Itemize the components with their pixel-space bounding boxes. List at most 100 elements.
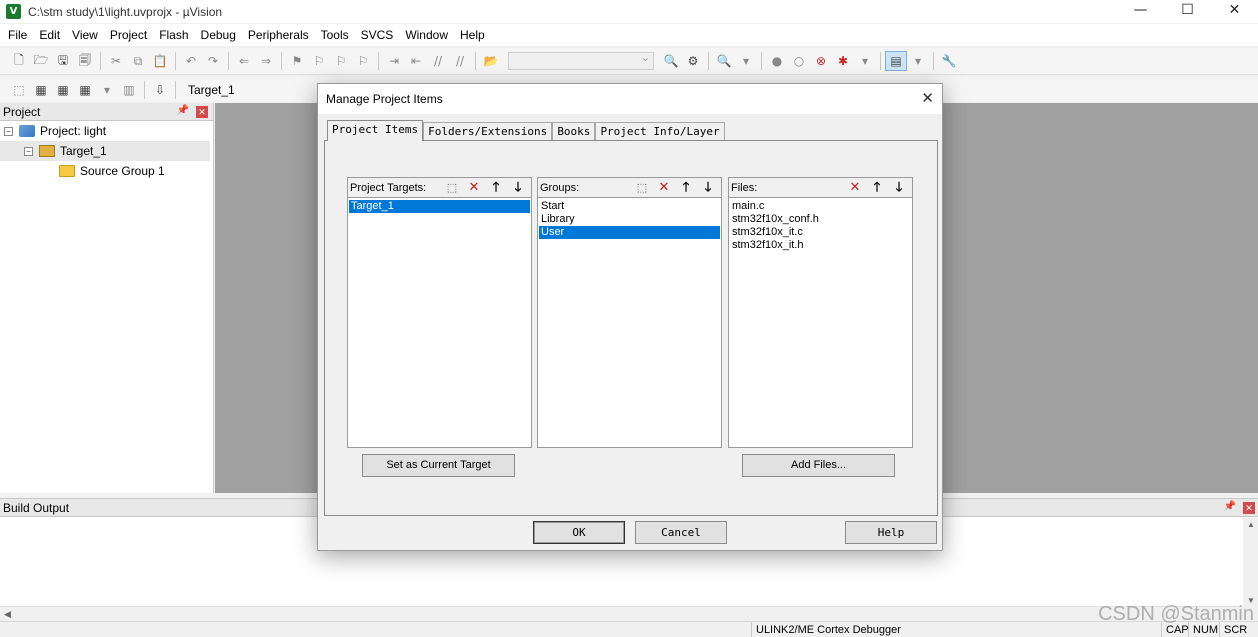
breakpoint-icon[interactable]: ● [766, 51, 788, 71]
menu-peripherals[interactable]: Peripherals [242, 24, 315, 46]
help-button[interactable]: Help [845, 521, 937, 544]
list-item[interactable]: Start [539, 200, 720, 213]
tree-item-target[interactable]: − Target_1 [0, 141, 210, 161]
ok-button[interactable]: OK [533, 521, 625, 544]
window-layout-dropdown-icon[interactable]: ▾ [907, 51, 929, 71]
menu-edit[interactable]: Edit [33, 24, 66, 46]
indent-icon[interactable]: ⇥ [383, 51, 405, 71]
move-up-icon[interactable]: 🡑 [485, 179, 507, 196]
save-icon[interactable]: 🖫 [52, 51, 74, 71]
scroll-up-icon[interactable]: ▲ [1247, 520, 1255, 529]
batch-build-icon[interactable]: ▦ [74, 80, 96, 100]
redo-icon[interactable]: ↷ [202, 51, 224, 71]
open-file-icon[interactable]: 🗁 [30, 51, 52, 71]
build-icon[interactable]: ▦ [30, 80, 52, 100]
move-up-icon[interactable]: 🡑 [866, 179, 888, 196]
cut-icon[interactable]: ✂ [105, 51, 127, 71]
list-item[interactable]: stm32f10x_it.h [730, 239, 911, 252]
list-item[interactable]: stm32f10x_conf.h [730, 213, 911, 226]
delete-group-icon[interactable]: ✕ [653, 179, 675, 196]
new-file-icon[interactable]: 🗋 [8, 51, 30, 71]
kill-breakpoints-icon[interactable]: ✱ [832, 51, 854, 71]
tab-folders-extensions[interactable]: Folders/Extensions [423, 122, 553, 141]
batch-dropdown-icon[interactable]: ▾ [96, 80, 118, 100]
menu-project[interactable]: Project [104, 24, 153, 46]
close-panel-icon[interactable]: ✕ [196, 106, 208, 118]
menu-tools[interactable]: Tools [315, 24, 355, 46]
collapse-icon[interactable]: − [24, 146, 33, 156]
tab-project-info-layer[interactable]: Project Info/Layer [595, 122, 725, 141]
pin-icon[interactable]: 📌 [177, 105, 189, 116]
rebuild-icon[interactable]: ▦ [52, 80, 74, 100]
undo-icon[interactable]: ↶ [180, 51, 202, 71]
menu-svcs[interactable]: SVCS [355, 24, 400, 46]
tree-item-project[interactable]: − Project: light [0, 121, 213, 141]
find-in-files-icon[interactable]: 📂 [480, 51, 502, 71]
find-combo[interactable] [508, 51, 654, 70]
disable-breakpoint-icon[interactable]: ○ [788, 51, 810, 71]
translate-icon[interactable]: ⬚ [8, 80, 30, 100]
menu-view[interactable]: View [66, 24, 104, 46]
menu-debug[interactable]: Debug [195, 24, 242, 46]
add-files-button[interactable]: Add Files... [742, 454, 895, 477]
set-as-current-target-button[interactable]: Set as Current Target [362, 454, 515, 477]
debug-dropdown-icon[interactable]: ▾ [735, 51, 757, 71]
configure-icon[interactable]: 🔧 [938, 51, 960, 71]
clear-bookmarks-icon[interactable]: ⚐ [352, 51, 374, 71]
toolbar-separator [175, 80, 176, 99]
nav-back-icon[interactable]: ⇐ [233, 51, 255, 71]
close-panel-icon[interactable]: ✕ [1243, 502, 1255, 514]
delete-target-icon[interactable]: ✕ [463, 179, 485, 196]
menu-window[interactable]: Window [399, 24, 454, 46]
move-down-icon[interactable]: 🡓 [507, 179, 529, 196]
config-wizard-icon[interactable]: ⚙ [682, 51, 704, 71]
copy-icon[interactable]: ⧉ [127, 51, 149, 71]
menu-file[interactable]: File [2, 24, 33, 46]
uncomment-icon[interactable]: // [449, 51, 471, 71]
delete-file-icon[interactable]: ✕ [844, 179, 866, 196]
horizontal-scrollbar[interactable]: ◀ [0, 606, 1243, 620]
prev-bookmark-icon[interactable]: ⚐ [308, 51, 330, 71]
debug-session-icon[interactable]: 🔍 [713, 51, 735, 71]
target-selector[interactable]: Target_1 [188, 83, 235, 97]
menu-help[interactable]: Help [454, 24, 491, 46]
list-item[interactable]: main.c [730, 200, 911, 213]
new-target-icon[interactable]: ⬚ [441, 179, 463, 196]
scroll-left-icon[interactable]: ◀ [4, 607, 11, 621]
list-item[interactable]: Target_1 [349, 200, 530, 213]
window-layout-icon[interactable]: ▤ [885, 51, 907, 71]
pin-icon[interactable]: 📌 [1224, 501, 1236, 512]
save-all-icon[interactable]: 🗐 [74, 51, 96, 71]
move-down-icon[interactable]: 🡓 [888, 179, 910, 196]
tree-item-source-group[interactable]: Source Group 1 [0, 161, 213, 181]
nav-forward-icon[interactable]: ⇒ [255, 51, 277, 71]
breakpoints-dropdown-icon[interactable]: ▾ [854, 51, 876, 71]
move-down-icon[interactable]: 🡓 [697, 179, 719, 196]
dialog-close-icon[interactable]: ✕ [921, 89, 934, 107]
groups-list: Groups: ⬚ ✕ 🡑 🡓 Start Library User [537, 177, 722, 448]
list-item[interactable]: stm32f10x_it.c [730, 226, 911, 239]
cancel-button[interactable]: Cancel [635, 521, 727, 544]
close-window-button[interactable]: ✕ [1211, 0, 1258, 22]
tree-label-source-group: Source Group 1 [80, 164, 165, 178]
maximize-button[interactable]: ☐ [1164, 0, 1211, 22]
download-load-icon[interactable]: ⇩ [149, 80, 171, 100]
status-debugger: ULINK2/ME Cortex Debugger [751, 622, 931, 637]
next-bookmark-icon[interactable]: ⚐ [330, 51, 352, 71]
list-item[interactable]: Library [539, 213, 720, 226]
disable-all-breakpoints-icon[interactable]: ⊗ [810, 51, 832, 71]
comment-icon[interactable]: // [427, 51, 449, 71]
tab-books[interactable]: Books [552, 122, 596, 141]
collapse-icon[interactable]: − [4, 126, 13, 136]
menu-flash[interactable]: Flash [153, 24, 194, 46]
paste-icon[interactable]: 📋 [149, 51, 171, 71]
incremental-find-icon[interactable]: 🔍 [660, 51, 682, 71]
bookmark-icon[interactable]: ⚑ [286, 51, 308, 71]
minimize-button[interactable]: — [1117, 0, 1164, 22]
new-group-icon[interactable]: ⬚ [631, 179, 653, 196]
unindent-icon[interactable]: ⇤ [405, 51, 427, 71]
stop-build-icon[interactable]: ▥ [118, 80, 140, 100]
list-item[interactable]: User [539, 226, 720, 239]
tab-project-items[interactable]: Project Items [327, 120, 424, 141]
move-up-icon[interactable]: 🡑 [675, 179, 697, 196]
